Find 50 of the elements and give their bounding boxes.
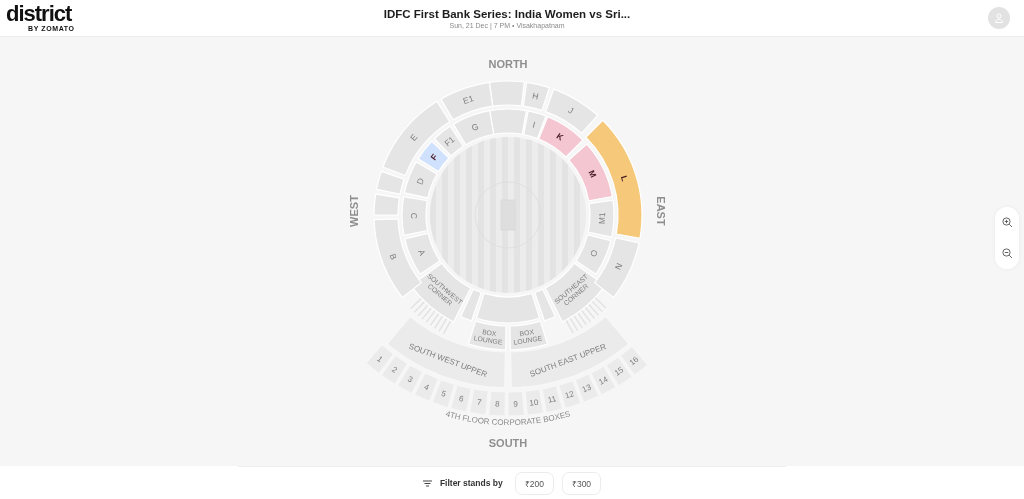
box-number: 6 [458, 394, 465, 404]
stand-label: E [408, 132, 420, 143]
box-number: 12 [563, 389, 576, 401]
compass-label: EAST [655, 196, 667, 226]
stand-label: K [554, 130, 566, 143]
user-icon [994, 13, 1004, 23]
compass-label: SOUTH [488, 437, 528, 449]
profile-button[interactable] [988, 7, 1010, 29]
stand-section[interactable] [386, 315, 506, 389]
box-number: 4 [422, 382, 431, 393]
stand-label: E1 [461, 93, 475, 107]
stand-label: J [566, 105, 576, 116]
box-number: 10 [528, 397, 539, 408]
box-number: 16 [627, 354, 641, 368]
filter-icon [422, 479, 432, 487]
box-number: 1 [375, 354, 385, 365]
box-number: 13 [580, 382, 593, 395]
stand-label: O [587, 248, 600, 259]
stand-label: G [470, 121, 480, 133]
box-number: 3 [406, 374, 415, 385]
box-number: 5 [440, 388, 448, 399]
box-number: 2 [390, 364, 399, 375]
stand-label: D [414, 176, 426, 186]
box-number: 14 [597, 374, 610, 387]
box-number: 8 [495, 399, 500, 409]
stand-label: I [531, 119, 537, 130]
zoom-in-icon [1001, 217, 1013, 228]
box-number: 11 [546, 394, 557, 405]
box-number: 9 [513, 399, 519, 409]
stand-label: F1 [442, 134, 457, 149]
compass-label: WEST [348, 195, 360, 227]
stand-label: B [387, 252, 400, 262]
event-title: IDFC First Bank Series: India Women vs Sri... [383, 7, 631, 20]
price-filter-chip[interactable]: ₹200 [514, 471, 554, 495]
stand-label: A [416, 247, 428, 258]
price-filter-chip[interactable]: ₹300 [561, 471, 602, 495]
compass-label: NORTH [488, 58, 528, 70]
brand-logo[interactable]: district [6, 4, 72, 23]
stand-label: M [586, 168, 599, 180]
filter-label: Filter stands by [439, 478, 503, 488]
stand-label: L [618, 174, 630, 183]
section-caption: 4TH FLOOR CORPORATE BOXES [444, 409, 572, 427]
zoom-out-icon [1001, 248, 1013, 259]
stand-label: M1 [596, 212, 608, 225]
stand-label: H [531, 90, 540, 102]
box-number: 7 [476, 397, 483, 408]
stand-label: C [409, 212, 420, 219]
stand-label: F [428, 152, 440, 163]
stand-label: N [612, 261, 625, 272]
box-number: 15 [612, 365, 626, 378]
